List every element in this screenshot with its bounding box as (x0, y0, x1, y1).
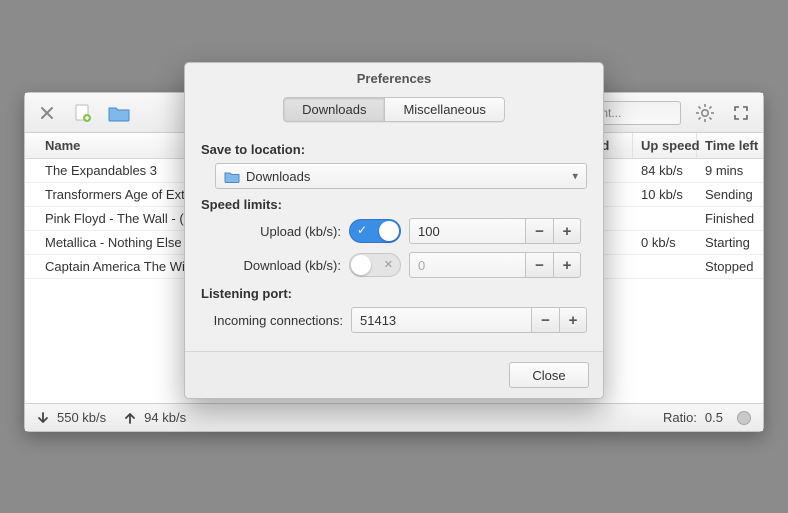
cell-up-speed (633, 255, 697, 278)
close-icon[interactable] (35, 101, 59, 125)
col-time-left[interactable]: Time left (697, 133, 763, 158)
cell-time-left: Starting (697, 231, 763, 254)
cell-up-speed: 84 kb/s (633, 159, 697, 182)
folder-icon (224, 170, 240, 183)
cell-up-speed: 10 kb/s (633, 183, 697, 206)
download-limit-toggle[interactable] (349, 253, 401, 277)
chevron-down-icon: ▾ (572, 170, 578, 183)
port-decrement-button[interactable]: − (531, 307, 559, 333)
cell-time-left: Stopped (697, 255, 763, 278)
upload-limit-input[interactable]: 100 (409, 218, 525, 244)
incoming-connections-input[interactable]: 51413 (351, 307, 531, 333)
upload-decrement-button[interactable]: − (525, 218, 553, 244)
download-limit-label: Download (kb/s): (201, 258, 341, 273)
download-decrement-button[interactable]: − (525, 252, 553, 278)
gear-icon[interactable] (693, 101, 717, 125)
add-file-icon[interactable] (71, 101, 95, 125)
prefs-tabs: Downloads Miscellaneous (185, 93, 603, 130)
status-down-speed: 550 kb/s (57, 410, 106, 425)
download-limit-input[interactable]: 0 (409, 252, 525, 278)
tab-downloads[interactable]: Downloads (283, 97, 384, 122)
cell-time-left: Finished (697, 207, 763, 230)
port-increment-button[interactable]: + (559, 307, 587, 333)
upload-increment-button[interactable]: + (553, 218, 581, 244)
ratio-indicator-icon (737, 411, 751, 425)
status-up-speed: 94 kb/s (144, 410, 186, 425)
tab-miscellaneous[interactable]: Miscellaneous (384, 97, 504, 122)
close-button[interactable]: Close (509, 362, 589, 388)
section-speed-limits: Speed limits: (201, 197, 587, 212)
section-listening-port: Listening port: (201, 286, 587, 301)
cell-up-speed (633, 207, 697, 230)
upload-limit-label: Upload (kb/s): (201, 224, 341, 239)
section-save-location: Save to location: (201, 142, 587, 157)
open-folder-icon[interactable] (107, 101, 131, 125)
upload-limit-toggle[interactable] (349, 219, 401, 243)
preferences-dialog: Preferences Downloads Miscellaneous Save… (184, 62, 604, 399)
dialog-title: Preferences (185, 63, 603, 93)
download-increment-button[interactable]: + (553, 252, 581, 278)
cell-time-left: Sending (697, 183, 763, 206)
cell-up-speed: 0 kb/s (633, 231, 697, 254)
save-location-value: Downloads (246, 169, 310, 184)
ratio-label: Ratio: (663, 410, 697, 425)
cell-time-left: 9 mins (697, 159, 763, 182)
upload-arrow-icon (124, 412, 136, 424)
download-arrow-icon (37, 412, 49, 424)
ratio-value: 0.5 (705, 410, 723, 425)
save-location-select[interactable]: Downloads ▾ (215, 163, 587, 189)
expand-icon[interactable] (729, 101, 753, 125)
status-bar: 550 kb/s 94 kb/s Ratio: 0.5 (25, 403, 763, 431)
incoming-connections-label: Incoming connections: (201, 313, 343, 328)
col-up-speed[interactable]: Up speed (633, 133, 697, 158)
